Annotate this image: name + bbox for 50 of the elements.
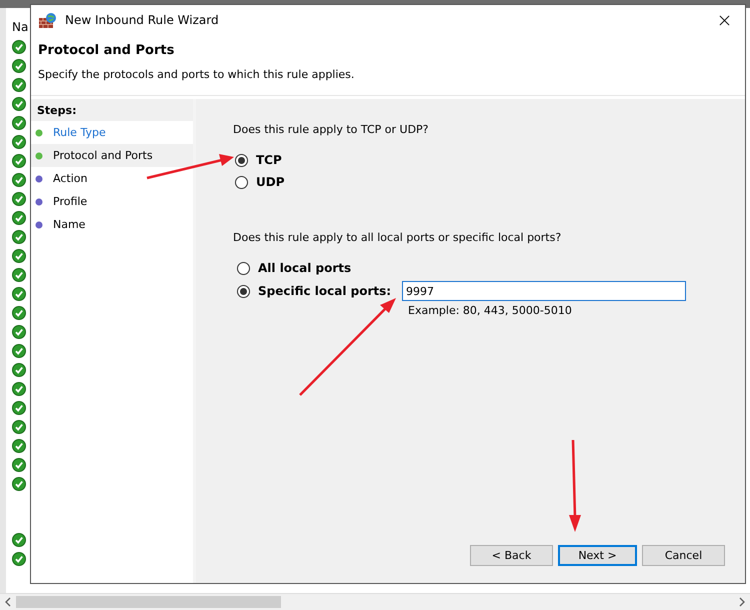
radio-button[interactable]: Specific local ports: <box>237 281 397 301</box>
check-icon <box>12 154 26 168</box>
check-icon <box>12 287 26 301</box>
check-icon <box>12 552 26 566</box>
check-icon <box>12 268 26 282</box>
step-item: Rule Type <box>31 121 193 144</box>
page-heading: Protocol and Ports <box>38 43 176 58</box>
radio-button[interactable]: TCP <box>235 153 282 167</box>
check-icon <box>12 306 26 320</box>
check-icon <box>12 230 26 244</box>
check-icon <box>12 382 26 396</box>
check-icon <box>12 135 26 149</box>
question-text: Does this rule apply to all local ports or specific local ports? <box>233 231 562 244</box>
close-icon[interactable] <box>719 14 730 26</box>
step-item: Profile <box>31 190 193 213</box>
step-item: Action <box>31 167 193 190</box>
check-icon <box>12 401 26 415</box>
check-icon <box>12 363 26 377</box>
check-icon <box>12 477 26 491</box>
firewall-icon <box>39 12 57 28</box>
check-icon <box>12 249 26 263</box>
dialog-button[interactable]: Next > <box>558 545 637 566</box>
radio-button[interactable]: UDP <box>235 175 284 189</box>
steps-heading: Steps: <box>31 99 193 121</box>
page-description: Specify the protocols and ports to which this rule applies. <box>38 68 356 81</box>
example-hint: Example: 80, 443, 5000-5010 <box>407 304 573 317</box>
check-icon <box>12 420 26 434</box>
check-icon <box>12 116 26 130</box>
dialog-button[interactable]: < Back <box>470 545 553 566</box>
column-header: Na <box>12 20 28 34</box>
check-icon <box>12 40 26 54</box>
window-title: New Inbound Rule Wizard <box>65 13 219 27</box>
check-icon <box>12 78 26 92</box>
check-icon <box>12 344 26 358</box>
check-icon <box>12 533 26 547</box>
check-icon <box>12 439 26 453</box>
dialog-button[interactable]: Cancel <box>642 545 725 566</box>
check-icon <box>12 59 26 73</box>
check-icon <box>12 325 26 339</box>
question-text: Does this rule apply to TCP or UDP? <box>233 123 430 136</box>
check-icon <box>12 173 26 187</box>
check-icon <box>12 458 26 472</box>
radio-button[interactable]: All local ports <box>237 261 352 275</box>
horizontal-scrollbar[interactable] <box>0 593 750 610</box>
port-input-field[interactable]: 9997 <box>402 281 686 301</box>
check-icon <box>12 97 26 111</box>
step-item: Name <box>31 213 193 236</box>
check-icon <box>12 192 26 206</box>
step-item: Protocol and Ports <box>31 144 193 167</box>
check-icon <box>12 211 26 225</box>
